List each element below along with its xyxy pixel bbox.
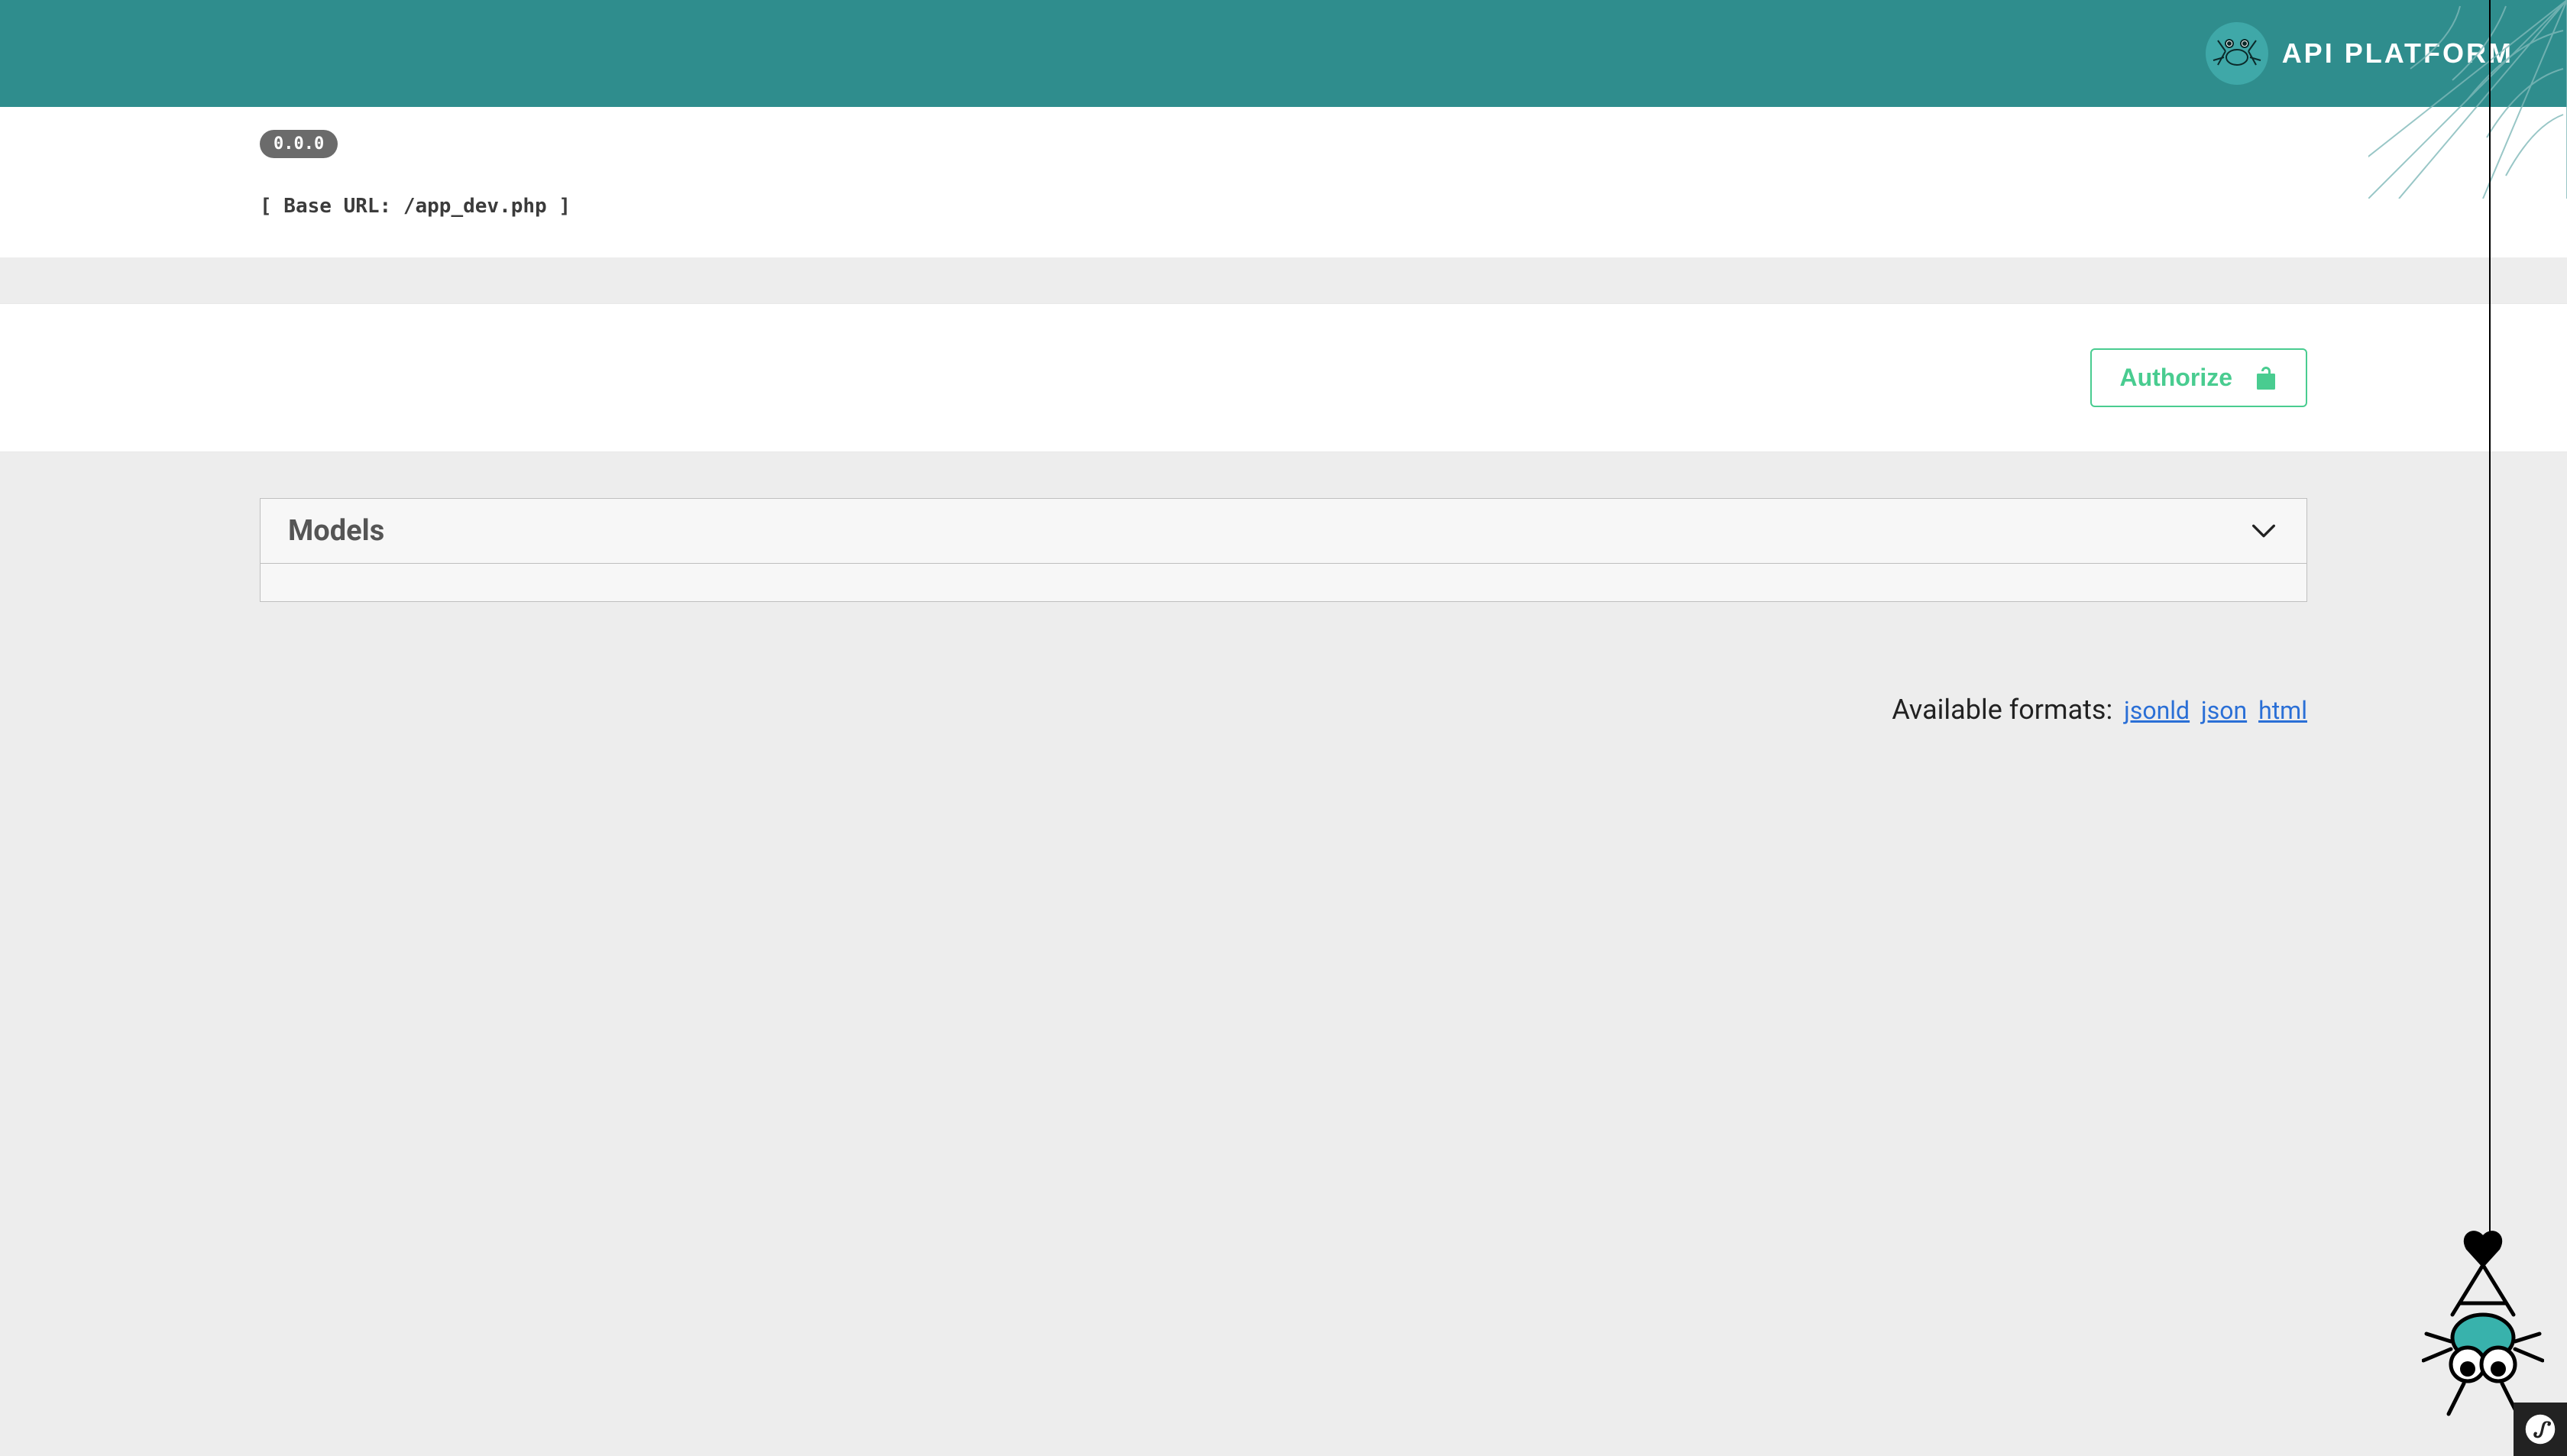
authorize-button-label: Authorize <box>2119 364 2232 392</box>
version-badge: 0.0.0 <box>260 130 338 158</box>
models-title: Models <box>288 514 384 548</box>
symfony-icon <box>2524 1413 2556 1445</box>
authorize-button[interactable]: Authorize <box>2090 348 2307 407</box>
format-link-json[interactable]: json <box>2201 696 2247 725</box>
format-link-jsonld[interactable]: jsonld <box>2124 696 2190 725</box>
format-link-html[interactable]: html <box>2258 696 2307 725</box>
authorize-strip: Authorize <box>0 303 2567 452</box>
info-strip: 0.0.0 [ Base URL: /app_dev.php ] <box>0 107 2567 257</box>
models-section: Models <box>260 498 2307 602</box>
brand-logo-icon <box>2206 22 2268 85</box>
formats: Available formats: jsonld json html <box>260 694 2307 726</box>
topbar: API PLATFORM <box>0 0 2567 107</box>
models-toggle[interactable]: Models <box>260 498 2307 564</box>
brand: API PLATFORM <box>2206 22 2514 85</box>
models-body <box>260 564 2307 602</box>
base-url: [ Base URL: /app_dev.php ] <box>260 195 2307 218</box>
brand-text: API PLATFORM <box>2282 37 2514 70</box>
formats-label: Available formats: <box>1892 694 2112 726</box>
spider-mascot-icon <box>2422 1227 2544 1418</box>
symfony-toolbar-toggle[interactable] <box>2514 1403 2567 1456</box>
divider <box>0 257 2567 303</box>
chevron-down-icon <box>2248 516 2279 546</box>
unlock-icon <box>2254 364 2278 392</box>
